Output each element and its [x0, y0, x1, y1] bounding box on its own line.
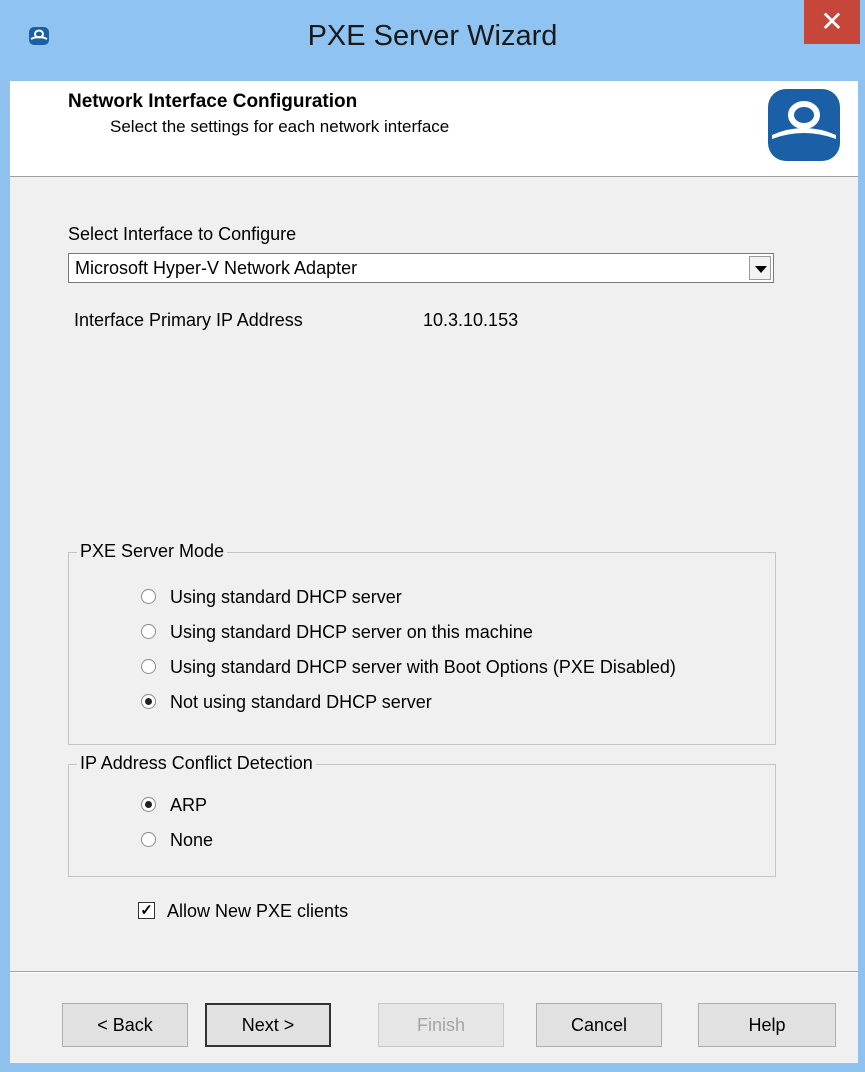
interface-select-label: Select Interface to Configure	[68, 224, 297, 244]
back-button[interactable]: < Back	[62, 1003, 188, 1047]
pxe-server-mode-legend: PXE Server Mode	[77, 541, 228, 562]
pxe-mode-option-dhcp-this-machine[interactable]: Using standard DHCP server on this machi…	[141, 622, 533, 643]
checkbox-checked-icon[interactable]: ✓	[138, 901, 155, 919]
finish-button[interactable]: Finish	[378, 1003, 504, 1047]
next-button[interactable]: Next >	[205, 1003, 331, 1047]
thinmanager-logo	[768, 89, 840, 161]
interface-select-value: Microsoft Hyper-V Network Adapter	[75, 258, 358, 278]
pxe-server-mode-group: PXE Server Mode Using standard DHCP serv…	[68, 541, 776, 745]
pxe-mode-option-not-using-dhcp[interactable]: Not using standard DHCP server	[141, 692, 432, 713]
window-title: PXE Server Wizard	[307, 20, 558, 52]
close-button[interactable]: ✕	[804, 0, 860, 44]
page-subtitle: Select the settings for each network int…	[110, 117, 450, 136]
allow-new-pxe-clients-checkbox[interactable]: ✓ Allow New PXE clients	[138, 901, 348, 922]
help-button[interactable]: Help	[698, 1003, 836, 1047]
wizard-header: Network Interface Configuration Select t…	[10, 81, 858, 177]
ip-conflict-detection-group: IP Address Conflict Detection ARP None	[68, 753, 776, 877]
conflict-option-none[interactable]: None	[141, 830, 213, 851]
footer-divider	[10, 971, 858, 973]
ip-conflict-detection-legend: IP Address Conflict Detection	[77, 753, 316, 774]
interface-select[interactable]: Microsoft Hyper-V Network Adapter	[68, 253, 774, 283]
title-bar[interactable]: PXE Server Wizard ✕	[0, 0, 865, 80]
allow-new-pxe-clients-label: Allow New PXE clients	[167, 901, 349, 921]
radio-button[interactable]	[141, 623, 156, 639]
page-title: Network Interface Configuration	[68, 91, 358, 112]
ip-address-value: 10.3.10.153	[423, 310, 519, 330]
chevron-down-icon[interactable]	[749, 256, 771, 280]
radio-button-checked[interactable]	[141, 796, 156, 812]
radio-button[interactable]	[141, 588, 156, 604]
pxe-mode-option-dhcp-boot-options[interactable]: Using standard DHCP server with Boot Opt…	[141, 657, 676, 678]
radio-button[interactable]	[141, 831, 156, 847]
radio-button-checked[interactable]	[141, 693, 156, 709]
pxe-mode-option-standard-dhcp[interactable]: Using standard DHCP server	[141, 587, 402, 608]
cancel-button[interactable]: Cancel	[536, 1003, 662, 1047]
conflict-option-arp[interactable]: ARP	[141, 795, 207, 816]
ip-address-label: Interface Primary IP Address	[74, 310, 303, 330]
radio-button[interactable]	[141, 658, 156, 674]
wizard-client-area: Network Interface Configuration Select t…	[10, 81, 858, 1063]
